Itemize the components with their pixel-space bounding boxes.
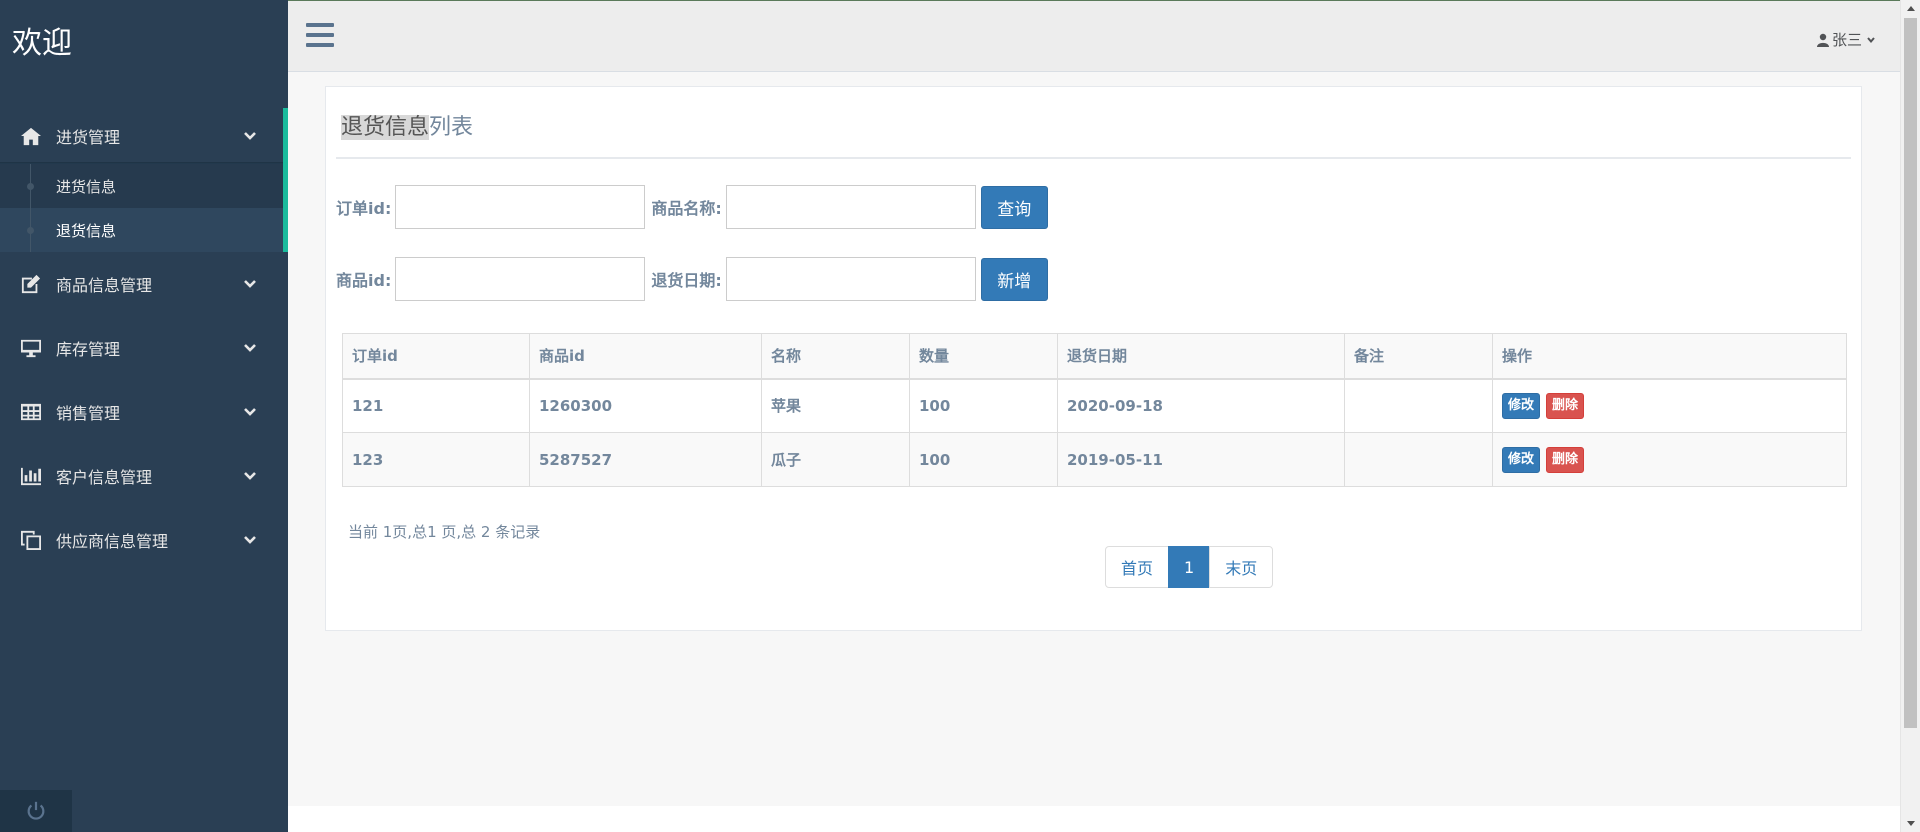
- top-navbar: 张三: [288, 0, 1900, 72]
- column-header: 备注: [1344, 333, 1493, 380]
- return-date-input[interactable]: [725, 257, 976, 301]
- sidebar-item-sales[interactable]: 销售管理: [0, 380, 288, 444]
- search-row-2: 商品id: 退货日期: 新增: [336, 257, 1048, 301]
- hamburger-icon[interactable]: [306, 23, 334, 49]
- column-header: 数量: [909, 333, 1058, 380]
- cell-date: 2020-09-18: [1057, 378, 1345, 433]
- cell-note: [1344, 378, 1493, 433]
- cell-order-id: 121: [342, 378, 530, 433]
- sidebar-subitem-purchase-info[interactable]: 进货信息: [0, 164, 283, 208]
- bullet-icon: [27, 227, 34, 234]
- order-id-input[interactable]: [395, 185, 646, 229]
- clone-icon: [18, 529, 44, 551]
- chevron-down-icon: [242, 340, 258, 356]
- sidebar-subitem-return-info[interactable]: 退货信息: [0, 208, 283, 252]
- delete-button[interactable]: 删除: [1546, 392, 1585, 419]
- search-row-1: 订单id: 商品名称: 查询: [336, 185, 1048, 229]
- user-icon: [1816, 33, 1829, 47]
- cell-order-id: 123: [342, 432, 530, 487]
- edit-button[interactable]: 修改: [1502, 446, 1541, 473]
- cell-date: 2019-05-11: [1057, 432, 1345, 487]
- cell-name: 瓜子: [761, 432, 910, 487]
- delete-button[interactable]: 删除: [1546, 446, 1585, 473]
- product-name-label: 商品名称:: [651, 199, 722, 218]
- query-button[interactable]: 查询: [980, 185, 1048, 229]
- table-icon: [18, 401, 44, 423]
- sidebar-item-customer[interactable]: 客户信息管理: [0, 444, 288, 508]
- sidebar-item-label: 进货管理: [56, 127, 121, 147]
- return-date-label: 退货日期:: [651, 271, 722, 290]
- user-name: 张三: [1831, 31, 1862, 49]
- cell-qty: 100: [909, 378, 1058, 433]
- content-panel: 退货信息列表 订单id: 商品名称: 查询 商品id: 退货日期: 新增 订单i…: [325, 86, 1862, 631]
- order-id-label: 订单id:: [336, 199, 392, 218]
- bullet-icon: [27, 183, 34, 190]
- chevron-down-icon: [242, 128, 258, 144]
- page-title: 退货信息列表: [336, 97, 1851, 159]
- table-row: 121 1260300 苹果 100 2020-09-18 修改 删除: [342, 378, 1847, 433]
- pagination-info: 当前 1页,总1 页,总 2 条记录: [348, 523, 541, 541]
- column-header: 订单id: [342, 333, 530, 380]
- sidebar-nav: 进货管理 进货信息 退货信息 商品信息管理 库存管理 销售管理 客户信息管理 供…: [0, 108, 288, 572]
- product-id-label: 商品id:: [336, 271, 392, 290]
- edit-icon: [18, 273, 44, 295]
- column-header: 名称: [761, 333, 910, 380]
- chevron-down-icon: [242, 468, 258, 484]
- cell-name: 苹果: [761, 378, 910, 433]
- power-icon: [27, 801, 45, 820]
- sidebar-item-label: 客户信息管理: [56, 468, 153, 487]
- column-header: 商品id: [529, 333, 762, 380]
- nav-group-purchase: 进货管理 进货信息 退货信息: [0, 108, 288, 252]
- bar-chart-icon: [18, 465, 44, 487]
- cell-note: [1344, 432, 1493, 487]
- cell-product-id: 5287527: [529, 432, 762, 487]
- sidebar-item-purchase[interactable]: 进货管理: [0, 108, 283, 164]
- sidebar-item-label: 供应商信息管理: [56, 532, 169, 551]
- cell-qty: 100: [909, 432, 1058, 487]
- cell-actions: 修改 删除: [1492, 378, 1847, 433]
- scroll-up-arrow-icon[interactable]: [1907, 6, 1915, 11]
- submenu-purchase: 进货信息 退货信息: [0, 164, 283, 252]
- cell-product-id: 1260300: [529, 378, 762, 433]
- product-id-input[interactable]: [395, 257, 646, 301]
- sidebar-item-product[interactable]: 商品信息管理: [0, 252, 288, 316]
- cell-actions: 修改 删除: [1492, 432, 1847, 487]
- column-header: 操作: [1492, 333, 1847, 380]
- chevron-down-icon: [242, 276, 258, 292]
- pagination: 首页 1 末页: [1105, 546, 1274, 588]
- brand-title: 欢迎: [12, 26, 72, 61]
- sidebar: 欢迎 进货管理 进货信息 退货信息 商品信息管理 库存管理 销售管理 客户信息管…: [0, 0, 288, 832]
- page-title-highlight: 退货信息: [341, 115, 430, 140]
- edit-button[interactable]: 修改: [1502, 392, 1541, 419]
- scrollbar-thumb[interactable]: [1904, 18, 1917, 728]
- desktop-icon: [18, 337, 44, 359]
- column-header: 退货日期: [1057, 333, 1345, 380]
- add-button[interactable]: 新增: [980, 257, 1048, 301]
- product-name-input[interactable]: [725, 185, 976, 229]
- returns-table: 订单id 商品id 名称 数量 退货日期 备注 操作 121 1260300 苹…: [342, 333, 1847, 487]
- sidebar-subitem-label: 退货信息: [56, 221, 117, 240]
- table-row: 123 5287527 瓜子 100 2019-05-11 修改 删除: [342, 432, 1847, 487]
- user-menu[interactable]: 张三: [1816, 29, 1878, 50]
- scroll-down-arrow-icon[interactable]: [1907, 821, 1915, 826]
- sidebar-item-label: 库存管理: [56, 340, 121, 359]
- pagination-current[interactable]: 1: [1168, 546, 1211, 588]
- sidebar-item-label: 销售管理: [56, 404, 121, 423]
- page-scrollbar[interactable]: [1900, 0, 1920, 832]
- table-header-row: 订单id 商品id 名称 数量 退货日期 备注 操作: [342, 333, 1847, 380]
- pagination-first[interactable]: 首页: [1105, 546, 1170, 588]
- chevron-down-icon: [242, 404, 258, 420]
- logout-button[interactable]: [0, 790, 72, 832]
- sidebar-item-supplier[interactable]: 供应商信息管理: [0, 508, 288, 572]
- pagination-last[interactable]: 末页: [1209, 546, 1274, 588]
- chevron-down-icon: [242, 532, 258, 548]
- sidebar-subitem-label: 进货信息: [56, 177, 117, 196]
- chevron-down-icon: [1862, 31, 1878, 49]
- home-icon: [18, 125, 44, 147]
- sidebar-item-inventory[interactable]: 库存管理: [0, 316, 288, 380]
- footer-band: [288, 806, 1900, 832]
- sidebar-item-label: 商品信息管理: [56, 276, 153, 295]
- page-title-rest: 列表: [429, 115, 474, 140]
